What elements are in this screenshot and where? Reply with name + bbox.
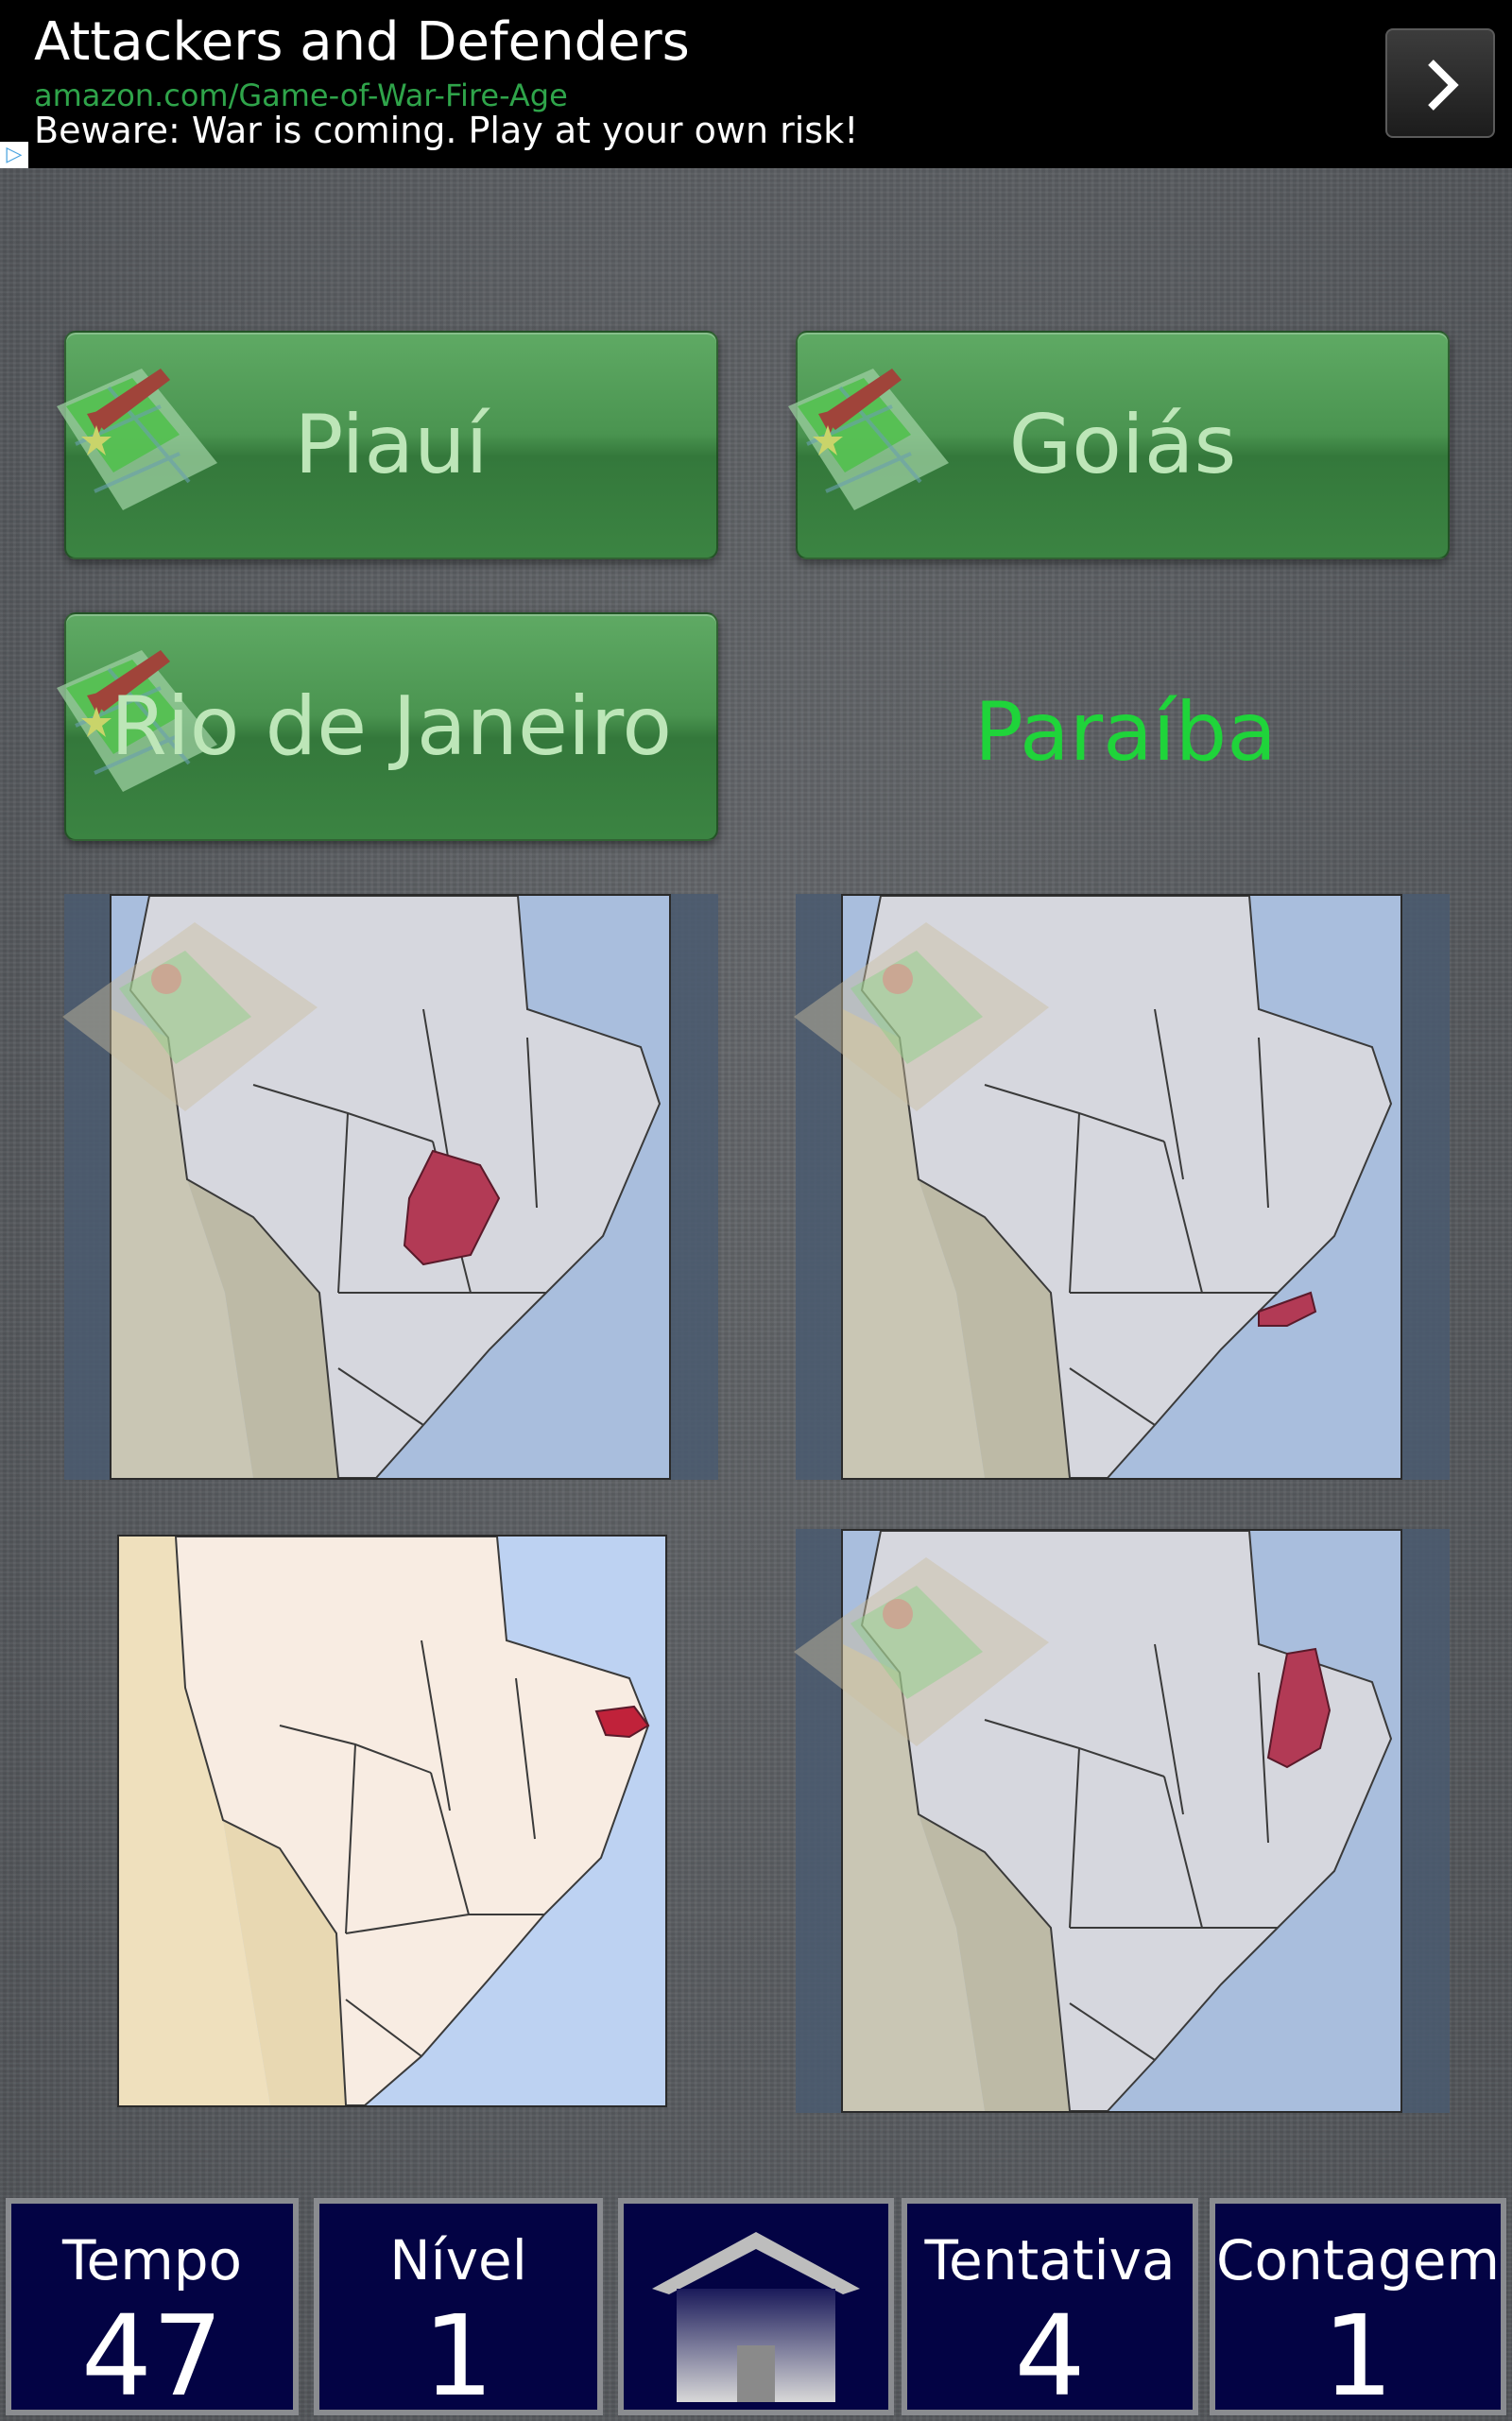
target-state-label: Paraíba	[974, 685, 1277, 780]
answer-label: Rio de Janeiro	[111, 679, 672, 774]
answer-button-rio-de-janeiro[interactable]: Rio de Janeiro	[57, 612, 718, 841]
info-triangle-icon[interactable]: ▷	[0, 142, 28, 168]
answer-label: Piauí	[294, 398, 489, 492]
brazil-map	[117, 1535, 667, 2107]
brazil-map	[841, 1529, 1402, 2113]
map-tile-rio-de-janeiro[interactable]	[794, 894, 1450, 1480]
time-panel: Tempo 47	[6, 2198, 299, 2421]
map-tile-goias[interactable]	[62, 894, 718, 1480]
time-label: Tempo	[61, 2228, 243, 2292]
ad-next-button[interactable]	[1385, 28, 1495, 138]
brazil-map	[110, 894, 671, 1480]
attempt-value: 4	[1014, 2291, 1086, 2421]
map-tile-piaui[interactable]	[794, 1529, 1450, 2113]
level-label: Nível	[389, 2228, 527, 2292]
time-value: 47	[80, 2291, 224, 2421]
chevron-right-icon	[1428, 60, 1459, 111]
answer-button-piaui[interactable]: Piauí	[57, 331, 718, 559]
answer-button-goias[interactable]: Goiás	[788, 331, 1450, 559]
level-value: 1	[422, 2291, 494, 2421]
count-panel: Contagem 1	[1210, 2198, 1506, 2421]
answer-label: Goiás	[1008, 398, 1237, 492]
attempt-label: Tentativa	[924, 2228, 1176, 2292]
ad-banner[interactable]: Attackers and Defenders amazon.com/Game-…	[0, 0, 1512, 168]
brazil-map	[841, 894, 1402, 1480]
ad-description[interactable]: Beware: War is coming. Play at your own …	[34, 110, 858, 151]
ad-url[interactable]: amazon.com/Game-of-War-Fire-Age	[34, 77, 568, 113]
map-tile-paraiba[interactable]	[117, 1535, 667, 2107]
count-value: 1	[1322, 2291, 1394, 2421]
ad-title[interactable]: Attackers and Defenders	[34, 11, 690, 73]
home-button[interactable]	[618, 2198, 894, 2415]
attempt-panel: Tentativa 4	[902, 2198, 1198, 2421]
count-label: Contagem	[1215, 2228, 1501, 2292]
home-icon	[652, 2232, 860, 2402]
level-panel: Nível 1	[314, 2198, 603, 2421]
